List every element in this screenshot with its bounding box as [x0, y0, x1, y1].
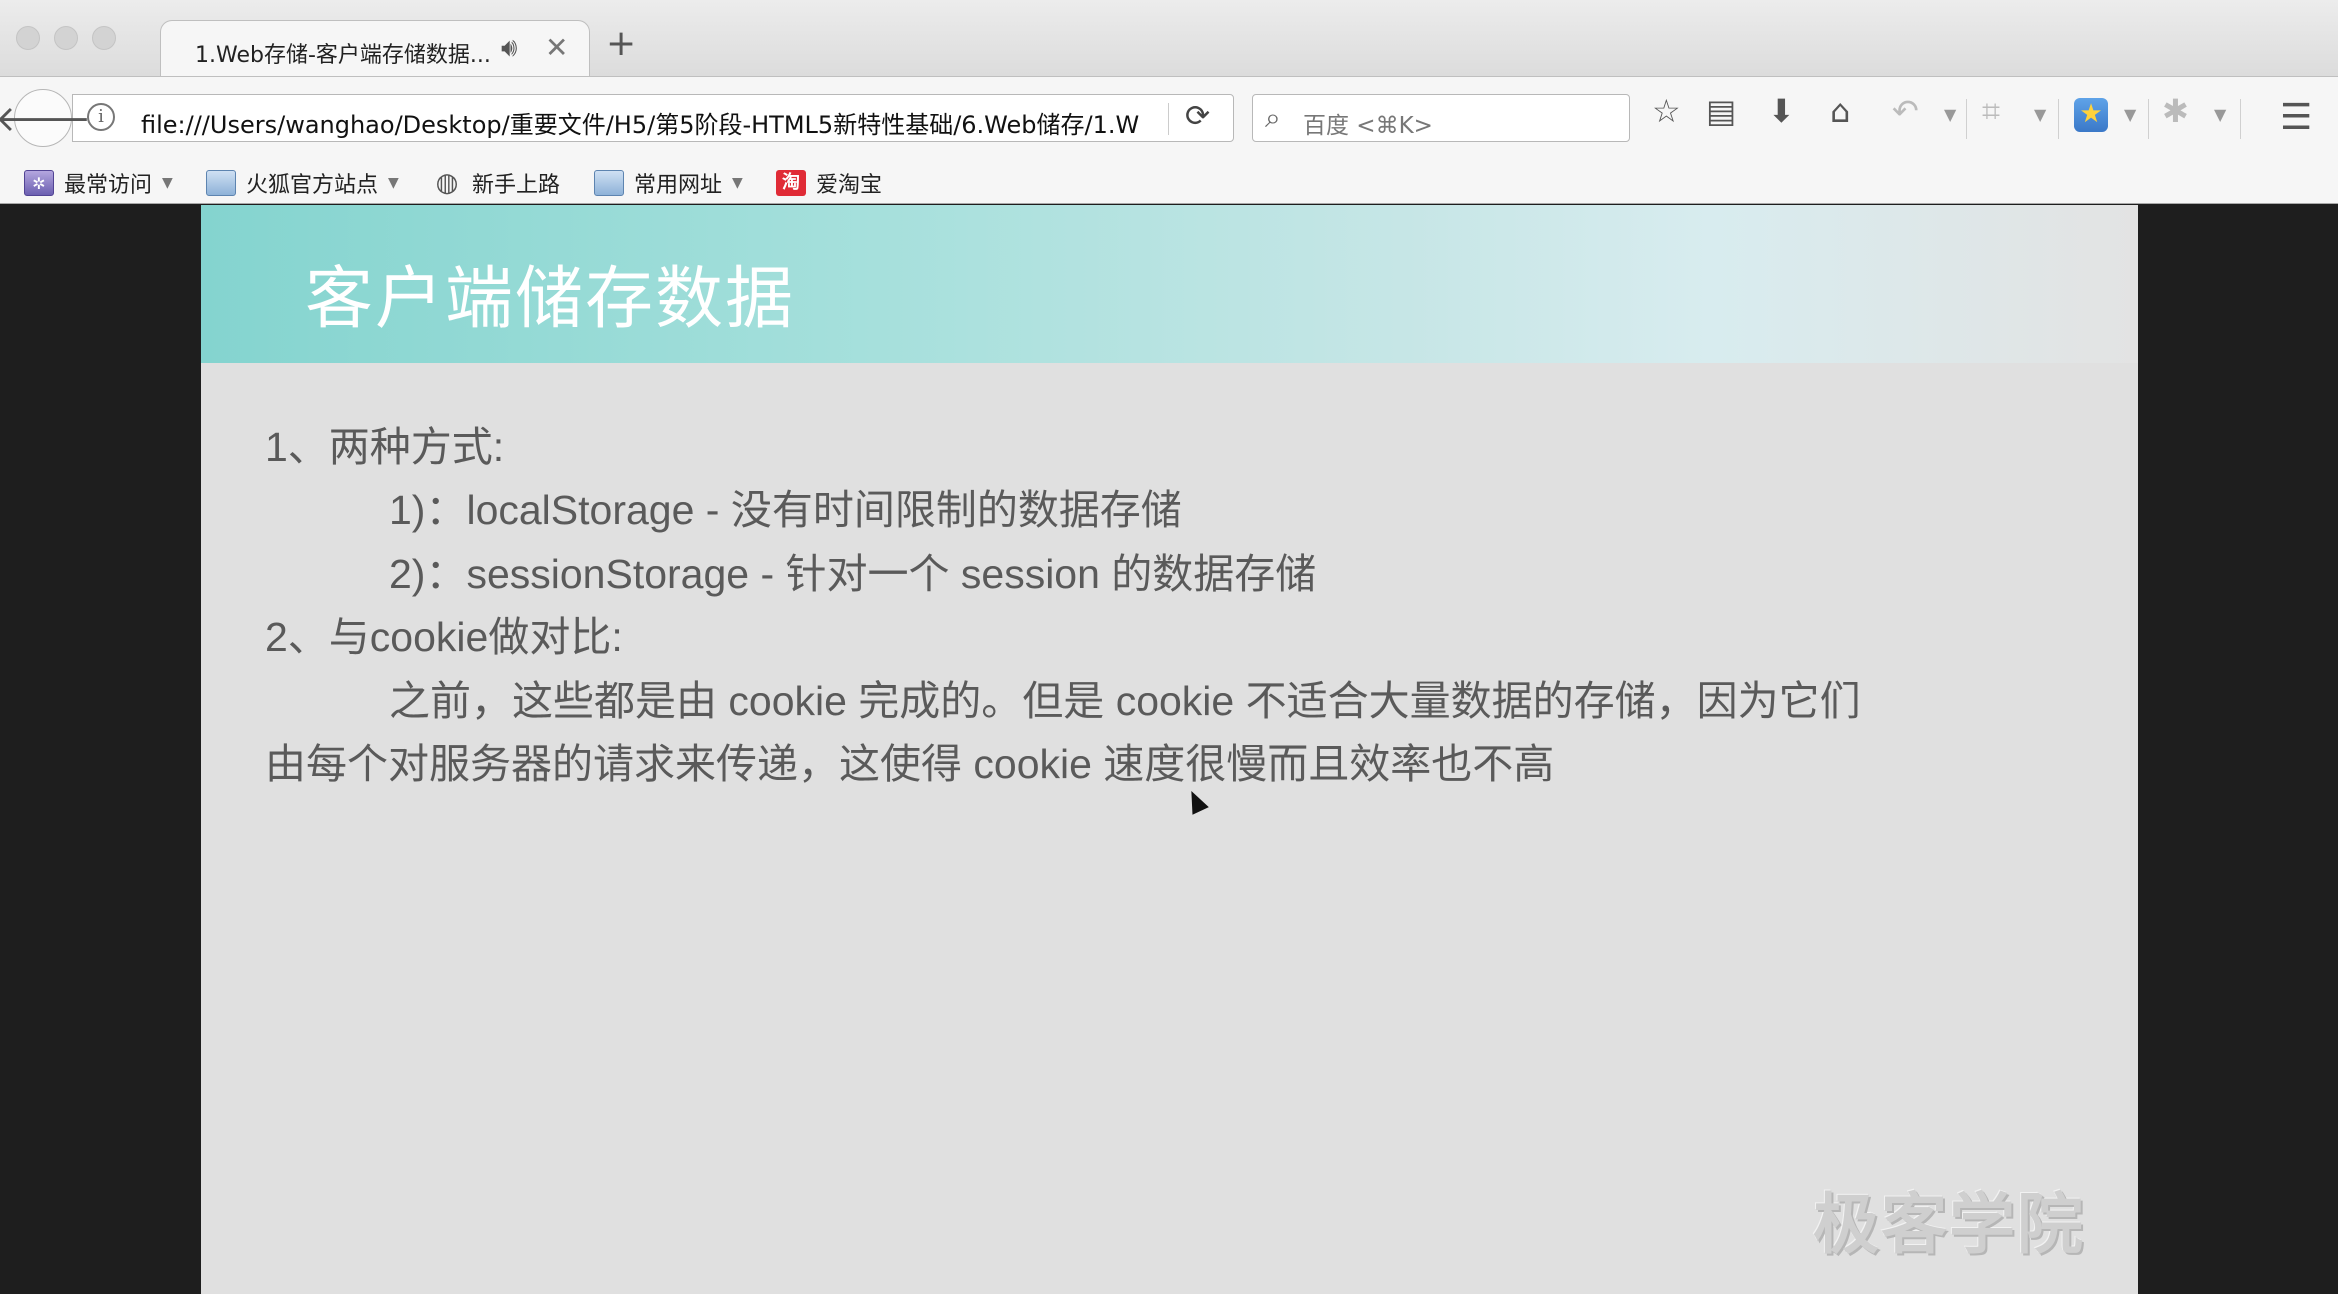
reading-list-icon[interactable]: ▤ [1706, 95, 1736, 127]
toolbar-divider [1966, 99, 1967, 139]
bookmark-label: 常用网址 [634, 173, 723, 198]
bookmark-aitaobao[interactable]: 淘 爱淘宝 [776, 168, 882, 198]
tab-active[interactable]: 1.Web存储-客户端存储数据... 🔊︎ ✕ [160, 20, 590, 76]
bookmark-label: 最常访问 [64, 173, 153, 198]
undo-icon[interactable]: ↶ [1892, 95, 1919, 127]
url-text[interactable]: file:///Users/wanghao/Desktop/重要文件/H5/第5… [141, 105, 1171, 140]
hamburger-menu-icon[interactable]: ☰ [2280, 97, 2312, 138]
speaker-icon[interactable]: 🔊︎ [501, 33, 517, 64]
home-icon[interactable]: ⌂ [1830, 95, 1850, 127]
crop-dropdown-icon[interactable]: ▼ [2034, 105, 2046, 124]
chevron-down-icon: ▼ [732, 175, 743, 191]
slide-line: 2、与cookie做对比: [265, 614, 623, 660]
back-arrow-icon: 🡐 [0, 99, 92, 140]
bookmark-label: 火狐官方站点 [246, 173, 379, 198]
bookmark-label: 爱淘宝 [816, 173, 883, 198]
search-icon: ⌕ [1265, 101, 1281, 134]
watermark-logo: 极客学院 [1813, 1186, 2085, 1263]
chevron-down-icon: ▼ [388, 175, 399, 191]
bookmark-common-sites[interactable]: 常用网址 ▼ [594, 168, 743, 198]
slide-line: 1)：localStorage - 没有时间限制的数据存储 [389, 487, 1182, 533]
navigation-toolbar: i file:///Users/wanghao/Desktop/重要文件/H5/… [0, 76, 2338, 162]
search-input[interactable]: 百度 <⌘K> [1303, 106, 1433, 140]
slide-line: 1、两种方式: [265, 424, 505, 470]
mouse-cursor-icon [1183, 787, 1209, 815]
url-bar[interactable]: i file:///Users/wanghao/Desktop/重要文件/H5/… [72, 94, 1234, 142]
bug-icon[interactable]: ✱ [2162, 95, 2189, 127]
close-window-button[interactable] [16, 26, 40, 50]
folder-icon [206, 170, 236, 196]
bookmark-firefox-sites[interactable]: 火狐官方站点 ▼ [206, 168, 399, 198]
favorites-dropdown-icon[interactable]: ▼ [2124, 105, 2136, 124]
bookmark-star-icon[interactable]: ☆ [1652, 95, 1681, 127]
slide-line: 2)：sessionStorage - 针对一个 session 的数据存储 [389, 551, 1317, 597]
slide-content: 客户端储存数据 1、两种方式: 1)：localStorage - 没有时间限制… [201, 205, 2138, 1294]
favorites-star-icon[interactable]: ★ [2074, 98, 2108, 132]
bookmark-label: 新手上路 [472, 173, 561, 198]
undo-dropdown-icon[interactable]: ▼ [1944, 105, 1956, 124]
slide-line: 之前，这些都是由 cookie 完成的。但是 cookie 不适合大量数据的存储… [389, 678, 1861, 724]
chevron-down-icon: ▼ [162, 175, 173, 191]
bookmark-most-visited[interactable]: ✲ 最常访问 ▼ [24, 168, 173, 198]
slide-title: 客户端储存数据 [305, 261, 796, 337]
globe-icon: ◍ [435, 168, 459, 198]
crop-icon[interactable]: ⌗ [1982, 95, 2000, 127]
url-divider [1168, 103, 1169, 135]
tab-close-icon[interactable]: ✕ [545, 31, 568, 64]
zoom-window-button[interactable] [92, 26, 116, 50]
reload-icon[interactable]: ⟳ [1185, 99, 1210, 134]
back-button[interactable]: 🡐 [0, 89, 91, 147]
toolbar-divider [2148, 99, 2149, 139]
download-icon[interactable]: ⬇ [1768, 95, 1795, 127]
toolbar-divider [2058, 99, 2059, 139]
most-visited-icon: ✲ [24, 170, 54, 196]
minimize-window-button[interactable] [54, 26, 78, 50]
bug-dropdown-icon[interactable]: ▼ [2214, 105, 2226, 124]
folder-icon [594, 170, 624, 196]
slide-line: 由每个对服务器的请求来传递，这使得 cookie 速度很慢而且效率也不高 [265, 741, 1555, 787]
toolbar-divider [2240, 99, 2241, 139]
tab-title: 1.Web存储-客户端存储数据... [195, 43, 491, 68]
bookmark-getting-started[interactable]: ◍ 新手上路 [432, 168, 560, 198]
bookmarks-toolbar: ✲ 最常访问 ▼ 火狐官方站点 ▼ ◍ 新手上路 常用网址 ▼ 淘 爱淘宝 [0, 162, 2338, 204]
slide-header: 客户端储存数据 [201, 205, 2138, 363]
title-bar: 1.Web存储-客户端存储数据... 🔊︎ ✕ + [0, 0, 2338, 76]
taobao-icon: 淘 [776, 170, 806, 196]
search-bar[interactable]: ⌕ 百度 <⌘K> [1252, 94, 1630, 142]
new-tab-button[interactable]: + [606, 26, 636, 62]
